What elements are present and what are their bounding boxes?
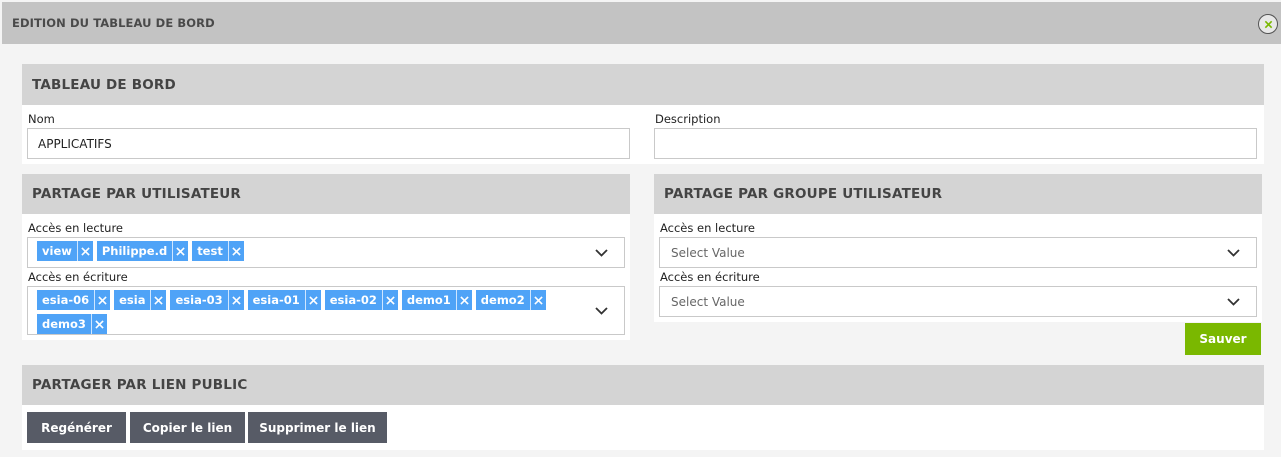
close-icon (386, 295, 395, 305)
selected-tag: esia-02 (324, 290, 398, 310)
user-write-multiselect[interactable]: esia-06 esia esia-03 esia-01 esia-02 demo1 dem… (27, 286, 625, 335)
group-write-label: Accès en écriture (660, 270, 760, 284)
close-icon (460, 295, 469, 305)
remove-tag-button[interactable] (381, 290, 398, 310)
tag-label: esia (119, 293, 146, 307)
close-icon (1264, 20, 1272, 28)
close-icon (154, 295, 164, 305)
selected-tag: test (192, 241, 244, 261)
tag-label: demo2 (480, 293, 525, 307)
group-read-placeholder: Select Value (671, 245, 745, 260)
window-title-bar: EDITION DU TABLEAU DE BORD (2, 2, 1281, 44)
chevron-down-icon[interactable] (1227, 248, 1240, 257)
selected-tag: demo1 (401, 290, 472, 310)
close-icon (232, 246, 241, 256)
remove-tag-button[interactable] (227, 290, 244, 310)
regenerate-button[interactable]: Regénérer (27, 412, 126, 443)
chevron-down-icon[interactable] (595, 248, 608, 257)
user-write-label: Accès en écriture (28, 270, 128, 284)
selected-tag: Philippe.d (96, 241, 189, 261)
tag-label: view (42, 244, 72, 258)
remove-tag-button[interactable] (304, 290, 321, 310)
remove-tag-button[interactable] (455, 290, 472, 310)
selected-tag: esia-01 (247, 290, 321, 310)
tag-label: esia-06 (42, 293, 90, 307)
selected-tag: esia-03 (170, 290, 244, 310)
close-icon (176, 246, 185, 256)
selected-tag: esia (114, 290, 167, 310)
user-read-label: Accès en lecture (28, 221, 123, 235)
selected-tag: demo2 (475, 290, 546, 310)
tag-label: demo1 (406, 293, 451, 307)
copy-link-button[interactable]: Copier le lien (130, 412, 245, 443)
group-read-select[interactable]: Select Value (659, 237, 1257, 268)
close-icon (534, 295, 543, 305)
tag-label: esia-03 (175, 293, 223, 307)
tag-label: Philippe.d (101, 244, 168, 258)
close-icon (231, 295, 241, 305)
remove-tag-button[interactable] (94, 290, 110, 310)
remove-tag-button[interactable] (90, 314, 107, 334)
chevron-down-icon[interactable] (1227, 297, 1240, 306)
window-title: EDITION DU TABLEAU DE BORD (12, 16, 215, 30)
close-icon (81, 246, 90, 256)
tag-label: demo3 (42, 317, 86, 331)
group-sharing-section-title: PARTAGE PAR GROUPE UTILISATEUR (654, 174, 1262, 214)
save-button[interactable]: Sauver (1185, 323, 1261, 355)
user-sharing-section-title: PARTAGE PAR UTILISATEUR (22, 174, 630, 214)
delete-link-button[interactable]: Supprimer le lien (248, 412, 387, 443)
public-link-section-title: PARTAGER PAR LIEN PUBLIC (22, 365, 1264, 405)
tag-label: esia-02 (329, 293, 377, 307)
close-icon (95, 319, 104, 329)
group-write-placeholder: Select Value (671, 294, 745, 309)
selected-tag: esia-06 (37, 290, 111, 310)
close-button[interactable] (1258, 14, 1278, 34)
group-read-label: Accès en lecture (660, 221, 755, 235)
close-icon (309, 295, 318, 305)
remove-tag-button[interactable] (529, 290, 546, 310)
description-input[interactable] (654, 128, 1257, 159)
tag-label: esia-01 (252, 293, 300, 307)
group-write-select[interactable]: Select Value (659, 286, 1257, 317)
description-label: Description (655, 112, 721, 126)
tag-label: test (197, 244, 223, 258)
name-input[interactable]: APPLICATIFS (27, 128, 630, 159)
remove-tag-button[interactable] (76, 241, 93, 261)
close-icon (98, 295, 107, 305)
name-label: Nom (28, 112, 55, 126)
remove-tag-button[interactable] (227, 241, 244, 261)
dashboard-section-title: TABLEAU DE BORD (22, 64, 1264, 105)
selected-tag: view (37, 241, 93, 261)
selected-tag: demo3 (37, 314, 107, 334)
chevron-down-icon[interactable] (595, 306, 608, 315)
remove-tag-button[interactable] (172, 241, 188, 261)
remove-tag-button[interactable] (150, 290, 166, 310)
user-read-multiselect[interactable]: view Philippe.d test (27, 237, 625, 268)
